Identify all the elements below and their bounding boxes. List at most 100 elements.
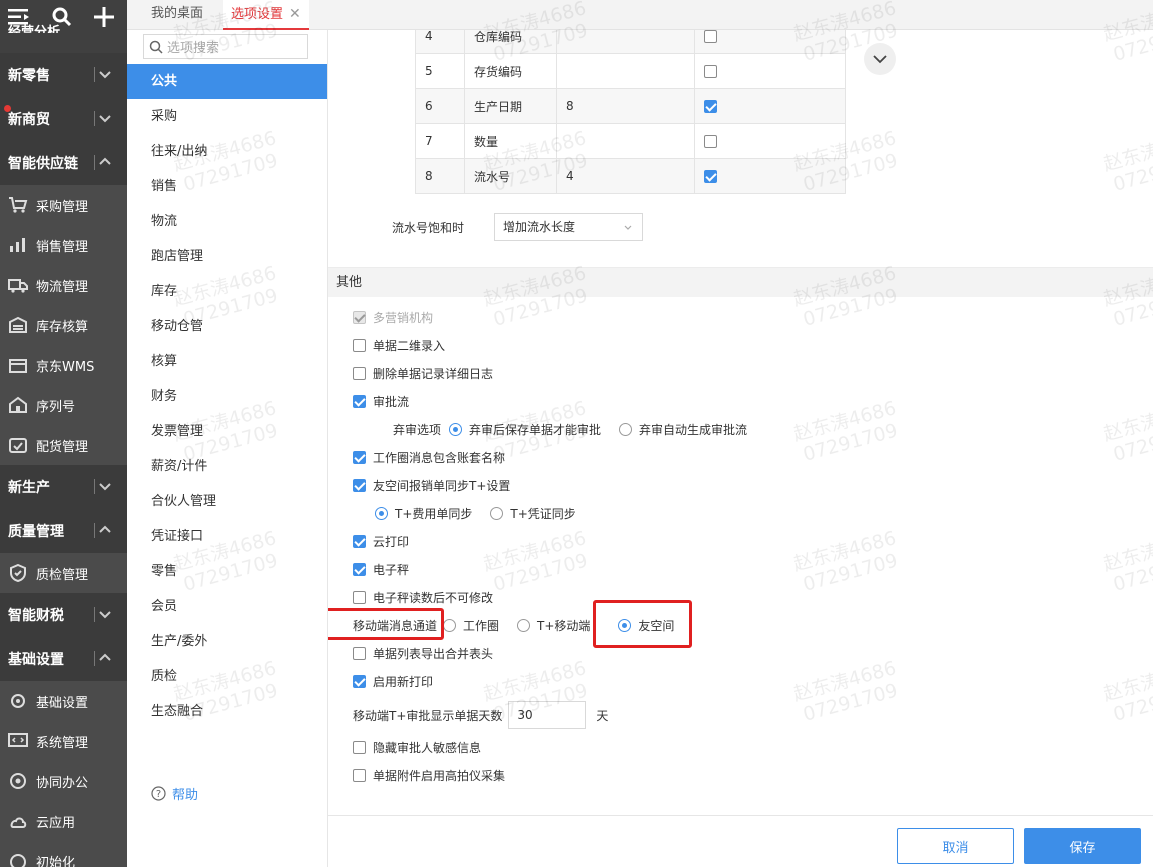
sync-opt-expense[interactable]: T+费用单同步 [375, 505, 472, 522]
opt-delete-log[interactable]: 删除单据记录详细日志 [353, 363, 493, 383]
menu-item[interactable]: 薪资/计件 [127, 449, 327, 484]
nav-item-cloud-app[interactable]: 云应用 [0, 801, 127, 841]
nav-item-purchase[interactable]: 采购管理 [0, 185, 127, 225]
checkbox[interactable] [704, 65, 717, 78]
table-cell-check[interactable] [694, 123, 846, 159]
opt-youkong-sync[interactable]: 友空间报销单同步T+设置 [353, 475, 510, 495]
opt-qr-entry[interactable]: 单据二维录入 [353, 335, 445, 355]
menu-item[interactable]: 合伙人管理 [127, 484, 327, 519]
abandon-opt-save[interactable]: 弃审后保存单据才能审批 [449, 421, 601, 438]
opt-camera-capture[interactable]: 单据附件启用高拍仪采集 [353, 765, 505, 785]
checkbox[interactable] [353, 590, 366, 604]
table-cell-len[interactable]: 8 [556, 88, 695, 124]
table-cell-no: 5 [415, 53, 465, 89]
table-cell-len[interactable] [556, 53, 695, 89]
table-cell-check[interactable] [694, 158, 846, 194]
checkbox[interactable] [353, 562, 366, 576]
checkbox[interactable] [704, 100, 717, 113]
nav-section-new-production[interactable]: 新生产 [0, 465, 127, 509]
table-cell-len[interactable] [556, 123, 695, 159]
menu-item[interactable]: 往来/出纳 [127, 134, 327, 169]
nav-item-base-settings[interactable]: 基础设置 [0, 681, 127, 721]
table-cell-len[interactable]: 4 [556, 158, 695, 194]
close-icon[interactable]: ✕ [289, 6, 301, 22]
nav-item-serial[interactable]: 序列号 [0, 385, 127, 425]
checkbox[interactable] [353, 740, 366, 754]
table-cell-len[interactable] [556, 30, 695, 54]
nav-item-collab[interactable]: 协同办公 [0, 761, 127, 801]
nav-section-base-settings[interactable]: 基础设置 [0, 637, 127, 681]
nav-item-init[interactable]: 初始化 [0, 841, 127, 867]
channel-opt-tplus-mobile[interactable]: T+移动端 [517, 617, 590, 634]
checkbox[interactable] [353, 534, 366, 548]
menu-item[interactable]: 发票管理 [127, 414, 327, 449]
menu-item[interactable]: 销售 [127, 169, 327, 204]
opt-scale-readonly[interactable]: 电子秤读数后不可修改 [353, 587, 493, 607]
opt-workcircle-msg[interactable]: 工作圈消息包含账套名称 [353, 447, 505, 467]
checkbox[interactable] [353, 674, 366, 688]
checkbox[interactable] [353, 394, 366, 408]
table-cell-check[interactable] [694, 53, 846, 89]
table-cell-check[interactable] [694, 30, 846, 54]
opt-new-print[interactable]: 启用新打印 [353, 671, 433, 691]
nav-item-logistics[interactable]: 物流管理 [0, 265, 127, 305]
menu-item[interactable]: 物流 [127, 204, 327, 239]
mobile-days-input[interactable]: 30 [508, 701, 587, 729]
nav-section-finance[interactable]: 智能财税 [0, 593, 127, 637]
channel-opt-workcircle[interactable]: 工作圈 [443, 617, 499, 634]
opt-hide-sensitive[interactable]: 隐藏审批人敏感信息 [353, 737, 481, 757]
menu-item[interactable]: 质检 [127, 659, 327, 694]
checkbox[interactable] [353, 366, 366, 380]
nav-partial-item[interactable]: 经营分析 [0, 20, 127, 33]
menu-item[interactable]: 公共 [127, 64, 327, 99]
checkbox[interactable] [353, 646, 366, 660]
sync-opt-voucher[interactable]: T+凭证同步 [490, 505, 576, 522]
nav-section-quality[interactable]: 质量管理 [0, 509, 127, 553]
help-link[interactable]: ? 帮助 [151, 784, 198, 803]
menu-item[interactable]: 核算 [127, 344, 327, 379]
menu-item[interactable]: 财务 [127, 379, 327, 414]
nav-section-new-trade[interactable]: 新商贸 [0, 97, 127, 141]
checkbox[interactable] [704, 30, 717, 43]
options-search-input[interactable]: 选项搜索 [143, 34, 308, 59]
menu-item[interactable]: 会员 [127, 589, 327, 624]
sync-options: T+费用单同步 T+凭证同步 [375, 503, 594, 523]
table-cell-check[interactable] [694, 88, 846, 124]
menu-item[interactable]: 凭证接口 [127, 519, 327, 554]
menu-item[interactable]: 生产/委外 [127, 624, 327, 659]
serial-full-select[interactable]: 增加流水长度 [494, 213, 643, 241]
opt-e-scale[interactable]: 电子秤 [353, 559, 409, 579]
house-icon [9, 396, 27, 413]
checkbox[interactable] [353, 450, 366, 464]
checkbox[interactable] [353, 338, 366, 352]
opt-merge-header[interactable]: 单据列表导出合并表头 [353, 643, 493, 663]
nav-item-quality-check[interactable]: 质检管理 [0, 553, 127, 593]
nav-item-allocation[interactable]: 配货管理 [0, 425, 127, 465]
save-button[interactable]: 保存 [1024, 828, 1141, 864]
scroll-down-button[interactable] [864, 43, 896, 75]
nav-section-supply-chain[interactable]: 智能供应链 [0, 141, 127, 185]
monitor-code-icon [8, 733, 28, 747]
checkbox[interactable] [353, 478, 366, 492]
tab-my-desktop[interactable]: 我的桌面 [143, 0, 211, 30]
menu-item[interactable]: 移动仓管 [127, 309, 327, 344]
nav-item-system[interactable]: 系统管理 [0, 721, 127, 761]
nav-item-jd-wms[interactable]: 京东WMS [0, 345, 127, 385]
menu-item[interactable]: 生态融合 [127, 694, 327, 729]
checkbox[interactable] [704, 135, 717, 148]
abandon-opt-auto[interactable]: 弃审自动生成审批流 [619, 421, 747, 438]
menu-item[interactable]: 零售 [127, 554, 327, 589]
opt-approval-flow[interactable]: 审批流 [353, 391, 409, 411]
menu-item[interactable]: 库存 [127, 274, 327, 309]
nav-section-new-retail[interactable]: 新零售 [0, 53, 127, 97]
nav-item-inventory[interactable]: 库存核算 [0, 305, 127, 345]
checkbox[interactable] [704, 170, 717, 183]
tab-options[interactable]: 选项设置 ✕ [223, 0, 309, 30]
menu-item[interactable]: 跑店管理 [127, 239, 327, 274]
nav-item-sales[interactable]: 销售管理 [0, 225, 127, 265]
opt-cloud-print[interactable]: 云打印 [353, 531, 409, 551]
init-icon [10, 854, 26, 867]
cancel-button[interactable]: 取消 [897, 828, 1014, 864]
checkbox[interactable] [353, 768, 366, 782]
menu-item[interactable]: 采购 [127, 99, 327, 134]
